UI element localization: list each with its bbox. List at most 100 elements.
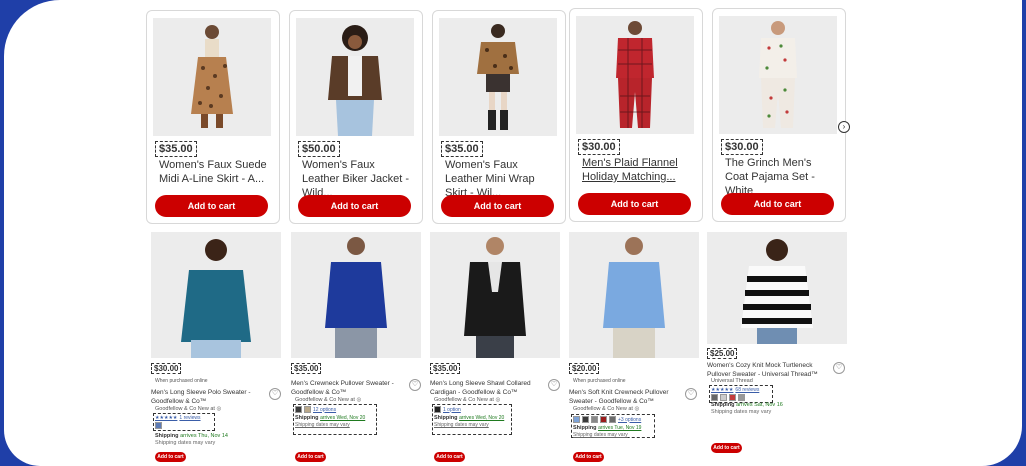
star-rating: ★★★★★ — [155, 415, 178, 421]
product-card[interactable]: $30.00 The Grinch Men's Coat Pajama Set … — [712, 8, 846, 222]
color-swatch[interactable] — [738, 394, 745, 401]
add-to-cart-button[interactable]: Add to cart — [434, 452, 465, 462]
product-title-link[interactable]: Men's Plaid Flannel Holiday Matching... — [582, 156, 694, 184]
product-price: $30.00 — [151, 363, 182, 374]
product-price: $30.00 — [721, 139, 763, 155]
shipping-info: Shipping arrives Wed, Nov 20 Shipping dat… — [295, 415, 365, 429]
product-price: $30.00 — [578, 139, 620, 155]
brand-label[interactable]: Universal Thread — [711, 378, 753, 384]
product-card[interactable]: $25.00 Women's Cozy Knit Mock Turtleneck… — [707, 232, 847, 453]
product-image[interactable] — [153, 18, 271, 136]
shipping-note: Shipping dates may vary — [711, 409, 772, 415]
chevron-right-icon[interactable]: › — [838, 121, 850, 133]
color-swatch[interactable] — [155, 422, 162, 429]
color-swatch[interactable] — [609, 416, 616, 423]
product-title[interactable]: Men's Long Sleeve Polo Sweater - Goodfel… — [151, 388, 261, 406]
product-title[interactable]: Women's Faux Suede Midi A-Line Skirt - A… — [159, 158, 271, 186]
product-card[interactable]: $35.00 Men's Crewneck Pullover Sweater -… — [291, 232, 423, 462]
product-title[interactable]: Women's Faux Leather Mini Wrap Skirt - W… — [445, 158, 557, 200]
product-image[interactable] — [151, 232, 281, 358]
product-title[interactable]: The Grinch Men's Coat Pajama Set - White — [725, 156, 837, 198]
color-swatch[interactable] — [591, 416, 598, 423]
product-price: $35.00 — [430, 363, 461, 374]
color-swatch[interactable] — [711, 394, 718, 401]
add-to-cart-button[interactable]: Add to cart — [441, 195, 554, 217]
product-image[interactable] — [719, 16, 837, 134]
product-card[interactable]: $20.00 When purchased online Men's Soft … — [569, 232, 701, 462]
brand-label[interactable]: Goodfellow & Co New at ◎ — [573, 406, 639, 412]
brand-label[interactable]: Goodfellow & Co New at ◎ — [434, 397, 500, 403]
brand-label[interactable]: Goodfellow & Co New at ◎ — [295, 397, 361, 403]
product-card[interactable]: $30.00 When purchased online Men's Long … — [151, 232, 283, 462]
product-image[interactable] — [430, 232, 560, 358]
product-card[interactable]: $50.00 Women's Faux Leather Biker Jacket… — [289, 10, 423, 224]
model-figure — [477, 24, 519, 130]
product-title[interactable]: Men's Crewneck Pullover Sweater - Goodfe… — [291, 379, 401, 397]
product-card[interactable]: $35.00 Women's Faux Suede Midi A-Line Sk… — [146, 10, 280, 224]
options-swatch-group[interactable]: 12 options Shipping arrives Wed, Nov 20 S… — [293, 404, 377, 435]
rating-swatch-group[interactable]: ★★★★★ 68 reviews — [709, 385, 773, 403]
add-to-cart-button[interactable]: Add to cart — [295, 452, 326, 462]
product-title[interactable]: Men's Soft Knit Crewneck Pullover Sweate… — [569, 388, 679, 406]
shipping-info: Shipping arrives Wed, Nov 20 Shipping dat… — [434, 415, 504, 429]
add-to-cart-button[interactable]: Add to cart — [578, 193, 691, 215]
color-swatch[interactable] — [729, 394, 736, 401]
model-figure — [328, 25, 382, 136]
heart-icon[interactable]: ♡ — [409, 379, 421, 391]
product-image[interactable] — [569, 232, 699, 358]
shipping-label: Shipping — [434, 415, 458, 421]
model-figure — [181, 239, 251, 358]
add-to-cart-button[interactable]: Add to cart — [573, 452, 604, 462]
add-to-cart-button[interactable]: Add to cart — [155, 195, 268, 217]
color-swatch[interactable] — [304, 406, 311, 413]
color-swatch[interactable] — [434, 406, 441, 413]
add-to-cart-button[interactable]: Add to cart — [155, 452, 186, 462]
color-swatch[interactable] — [295, 406, 302, 413]
model-figure — [603, 237, 665, 358]
add-to-cart-button[interactable]: Add to cart — [298, 195, 411, 217]
reviews-link[interactable]: 1 reviews — [179, 415, 200, 421]
product-title[interactable]: Women's Cozy Knit Mock Turtleneck Pullov… — [707, 361, 823, 379]
shipping-note: Shipping dates may vary — [155, 440, 216, 446]
product-title[interactable]: Women's Faux Leather Biker Jacket - Wild… — [302, 158, 414, 200]
shipping-note: Shipping dates may vary — [295, 422, 350, 428]
heart-icon[interactable]: ♡ — [269, 388, 281, 400]
color-swatch[interactable] — [720, 394, 727, 401]
heart-icon[interactable]: ♡ — [833, 362, 845, 374]
heart-icon[interactable]: ♡ — [685, 388, 697, 400]
rating-swatch-group[interactable]: ★★★★★ 1 reviews — [153, 413, 215, 431]
product-image[interactable] — [296, 18, 414, 136]
product-image[interactable] — [291, 232, 421, 358]
options-link[interactable]: 12 options — [313, 407, 336, 413]
shipping-label: Shipping — [573, 425, 597, 431]
star-rating: ★★★★★ — [711, 387, 734, 393]
reviews-link[interactable]: 68 reviews — [735, 387, 759, 393]
product-price: $50.00 — [298, 141, 340, 157]
color-swatch[interactable] — [573, 416, 580, 423]
product-price: $35.00 — [291, 363, 322, 374]
options-link[interactable]: 1 option — [443, 407, 461, 413]
product-image[interactable] — [576, 16, 694, 134]
color-swatch[interactable] — [582, 416, 589, 423]
product-image[interactable] — [707, 232, 847, 344]
product-card[interactable]: $35.00 Men's Long Sleeve Shawl Collared … — [430, 232, 562, 462]
options-swatch-group[interactable]: 1 option Shipping arrives Wed, Nov 20 Shi… — [432, 404, 512, 435]
shipping-info: Shipping arrives Thu, Nov 14 Shipping dat… — [155, 433, 228, 447]
heart-icon[interactable]: ♡ — [548, 379, 560, 391]
add-to-cart-button[interactable]: Add to cart — [721, 193, 834, 215]
options-link[interactable]: +3 options — [618, 417, 641, 423]
purchase-note: When purchased online — [573, 378, 626, 384]
model-figure — [741, 239, 813, 344]
add-to-cart-button[interactable]: Add to cart — [711, 443, 742, 453]
model-figure — [616, 21, 654, 128]
model-figure — [325, 237, 387, 358]
options-swatch-group[interactable]: +3 options Shipping arrives Tue, Nov 19 S… — [571, 414, 655, 438]
product-card[interactable]: $35.00 Women's Faux Leather Mini Wrap Sk… — [432, 10, 566, 224]
shipping-time: arrives Tue, Nov 19 — [598, 425, 642, 431]
color-swatch[interactable] — [600, 416, 607, 423]
product-card[interactable]: $30.00 Men's Plaid Flannel Holiday Match… — [569, 8, 703, 222]
model-figure — [759, 21, 797, 128]
product-title[interactable]: Men's Long Sleeve Shawl Collared Cardiga… — [430, 379, 540, 397]
product-image[interactable] — [439, 18, 557, 136]
brand-label[interactable]: Goodfellow & Co New at ◎ — [155, 406, 221, 412]
